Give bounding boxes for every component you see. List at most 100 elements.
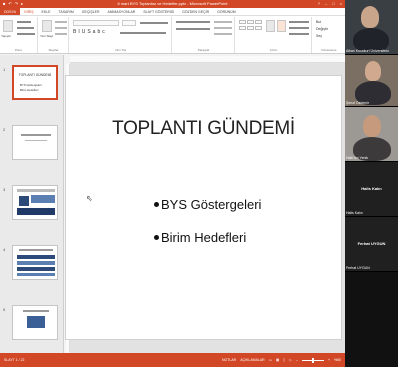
bullet-item-1[interactable]: BYS Göstergeleri (154, 197, 261, 212)
tab-animations[interactable]: ANİMASYONLAR (104, 8, 140, 15)
shape-gallery-item[interactable] (247, 20, 254, 24)
shape-fill-button[interactable] (289, 21, 309, 23)
participant-tile-2[interactable]: Şenol Özdemir (345, 55, 398, 107)
find-button[interactable]: Bul (316, 20, 321, 24)
copy-button[interactable] (17, 27, 34, 29)
shape-gallery-item[interactable] (255, 20, 262, 24)
paste-label: Yapıştır (1, 34, 12, 38)
participant-name: Halil İbn Yenik (346, 156, 368, 160)
mouse-cursor-icon: ⇖ (86, 194, 93, 203)
slide-thumbnail-3[interactable] (12, 185, 58, 220)
slide-thumbnail-2[interactable] (12, 125, 58, 160)
minimize-icon[interactable]: – (325, 0, 327, 8)
participant-video (361, 6, 379, 28)
group-drawing: Çizim (236, 17, 312, 53)
video-participants-panel: Alkan Kocakurt Üniversitesi Şenol Özdemi… (345, 0, 398, 367)
group-slides: Yeni Slayt Slaytlar (39, 17, 69, 53)
new-slide-button[interactable] (42, 20, 52, 32)
group-label-editing: Düzenleme (321, 48, 337, 52)
slide-counter: SLAYT 1 / 22 (4, 358, 25, 362)
slideshow-icon[interactable]: ▷ (289, 353, 292, 367)
format-painter-button[interactable] (17, 33, 35, 35)
slide-thumbnail-4[interactable] (12, 245, 58, 280)
window-title: 6 mart BYS Toplantısı ve Hedefler.pptx -… (117, 1, 228, 6)
participant-tile-1[interactable]: Alkan Kocakurt Üniversitesi (345, 0, 398, 55)
notes-button[interactable]: NOTLAR (222, 353, 236, 367)
group-label-drawing: Çizim (269, 48, 278, 52)
thumbnail-number: 1 (3, 67, 6, 72)
participant-name: Ferhat UYGUN (346, 266, 370, 270)
bullet-icon (154, 235, 159, 240)
shape-gallery-item[interactable] (255, 26, 262, 30)
slide-thumbnail-pane: 1 TOPLANTI GÜNDEMİ BYS Göstergeleri Biri… (0, 55, 64, 353)
participant-tile-5[interactable]: Ferhat UYGUN Ferhat UYGUN (345, 217, 398, 272)
thumbnail-line: BYS Göstergeleri (20, 83, 42, 87)
shape-effects-button[interactable] (289, 33, 309, 35)
status-bar: SLAYT 1 / 22 NOTLAR AÇIKLAMALAR ▭ ▦ ▯ ▷ … (0, 353, 345, 367)
bullet-item-2[interactable]: Birim Hedefleri (154, 230, 246, 245)
shape-gallery-item[interactable] (239, 26, 246, 30)
slide-thumbnail-5[interactable] (12, 305, 58, 340)
smartart-button[interactable] (214, 33, 232, 35)
thumbnail-number: 2 (3, 127, 6, 132)
help-icon[interactable]: ? (318, 0, 320, 8)
group-font: BIUSabc Yazı Tipi (70, 17, 172, 53)
tab-insert[interactable]: EKLE (38, 8, 55, 15)
select-button[interactable]: Seç (316, 34, 322, 38)
tab-view[interactable]: GÖRÜNÜM (213, 8, 239, 15)
shape-gallery-item[interactable] (239, 20, 246, 24)
normal-view-icon[interactable]: ▭ (269, 353, 272, 367)
section-button[interactable] (55, 33, 67, 35)
cut-button[interactable] (17, 21, 31, 23)
tab-file[interactable]: DOSYA (0, 8, 20, 15)
slide-thumbnail-1[interactable]: TOPLANTI GÜNDEMİ BYS Göstergeleri Birim … (12, 65, 58, 100)
zoom-slider[interactable] (301, 357, 324, 363)
tab-home[interactable]: GİRİŞ (20, 8, 38, 15)
layout-button[interactable] (55, 21, 67, 23)
replace-button[interactable]: Değiştir (316, 27, 328, 31)
slide-editor[interactable]: TOPLANTI GÜNDEMİ BYS Göstergeleri Birim … (65, 75, 342, 340)
participant-tile-3[interactable]: Halil İbn Yenik (345, 107, 398, 162)
participant-video (365, 61, 381, 81)
list-buttons[interactable] (176, 21, 210, 23)
font-style-buttons[interactable]: BIUSabc (73, 29, 107, 35)
ribbon: Yapıştır Pano Yeni Slayt Slaytlar BIUSab… (0, 16, 345, 54)
shape-outline-button[interactable] (289, 27, 309, 29)
tab-design[interactable]: TASARIM (54, 8, 77, 15)
participant-initials: Halis Kalın (361, 186, 382, 191)
font-color-buttons[interactable] (120, 32, 166, 34)
participant-tile-4[interactable]: Halis Kalın Halis Kalın (345, 162, 398, 217)
arrange-button[interactable] (266, 20, 275, 32)
thumbnail-title: TOPLANTI GÜNDEMİ (18, 73, 52, 77)
font-size-select[interactable] (122, 20, 136, 26)
reset-button[interactable] (55, 27, 67, 29)
align-buttons[interactable] (176, 28, 210, 30)
paste-button[interactable] (3, 20, 13, 32)
thumbnail-line: Birim Hedefleri (20, 88, 39, 92)
slide-title[interactable]: TOPLANTI GÜNDEMİ (66, 118, 341, 140)
zoom-level[interactable]: %60 (334, 353, 341, 367)
participant-name: Şenol Özdemir (346, 101, 370, 105)
group-label-font: Yazı Tipi (114, 48, 127, 52)
zoom-out-icon[interactable]: – (296, 353, 298, 367)
new-slide-label: Yeni Slayt (40, 34, 54, 38)
ribbon-tabs: DOSYA GİRİŞ EKLE TASARIM GEÇİŞLER ANİMAS… (0, 8, 345, 16)
tab-slideshow[interactable]: SLAYT GÖSTERİSİ (139, 8, 178, 15)
maximize-icon[interactable]: □ (332, 0, 334, 8)
slide-sorter-icon[interactable]: ▦ (276, 353, 279, 367)
reading-view-icon[interactable]: ▯ (283, 353, 285, 367)
tab-review[interactable]: GÖZDEN GEÇİR (178, 8, 213, 15)
zoom-in-icon[interactable]: + (328, 353, 330, 367)
align-text-button[interactable] (214, 27, 232, 29)
close-icon[interactable]: × (340, 0, 342, 8)
shape-gallery-item[interactable] (247, 26, 254, 30)
comments-button[interactable]: AÇIKLAMALAR (240, 353, 265, 367)
quick-styles-button[interactable] (277, 20, 286, 32)
bullet-text: Birim Hedefleri (161, 230, 247, 245)
tab-transitions[interactable]: GEÇİŞLER (78, 8, 104, 15)
font-size-buttons[interactable] (140, 22, 168, 24)
group-label-clipboard: Pano (14, 48, 22, 52)
font-name-select[interactable] (73, 20, 119, 26)
bullet-text: BYS Göstergeleri (161, 197, 262, 212)
text-direction-button[interactable] (214, 21, 232, 23)
